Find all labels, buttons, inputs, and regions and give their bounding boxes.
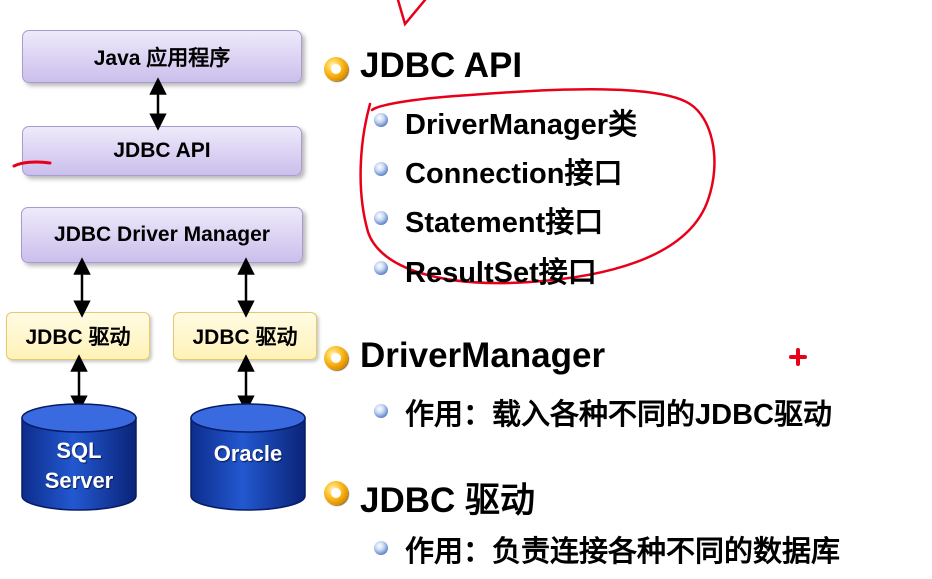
- item-statement-interface: Statement接口: [405, 207, 604, 239]
- item-bullet-icon: [374, 261, 388, 275]
- section-heading-jdbc-api: JDBC API: [360, 46, 523, 85]
- item-resultset-interface: ResultSet接口: [405, 257, 597, 289]
- item-bullet-icon: [374, 162, 388, 176]
- section-heading-jdbc-driver: JDBC 驱动: [360, 481, 536, 520]
- sql-server-label: SQL Server: [44, 438, 114, 493]
- section-bullet-icon: [324, 57, 348, 81]
- section-bullet-icon: [324, 346, 348, 370]
- item-bullet-icon: [374, 404, 388, 418]
- item-bullet-icon: [374, 211, 388, 225]
- annotation-cross-mark: [789, 348, 807, 366]
- item-bullet-icon: [374, 113, 388, 127]
- section-heading-driver-manager: DriverManager: [360, 336, 606, 375]
- annotation-tick-mark: [396, 0, 427, 27]
- section-bullet-icon: [324, 481, 348, 505]
- oracle-label: Oracle: [213, 441, 283, 466]
- item-driver-manager-role: 作用：载入各种不同的JDBC驱动: [405, 399, 832, 431]
- item-driver-manager-class: DriverManager类: [405, 109, 638, 141]
- item-connection-interface: Connection接口: [405, 158, 623, 190]
- item-jdbc-driver-role: 作用：负责连接各种不同的数据库: [405, 536, 841, 568]
- item-bullet-icon: [374, 541, 388, 555]
- annotation-dash-mark: [12, 160, 52, 168]
